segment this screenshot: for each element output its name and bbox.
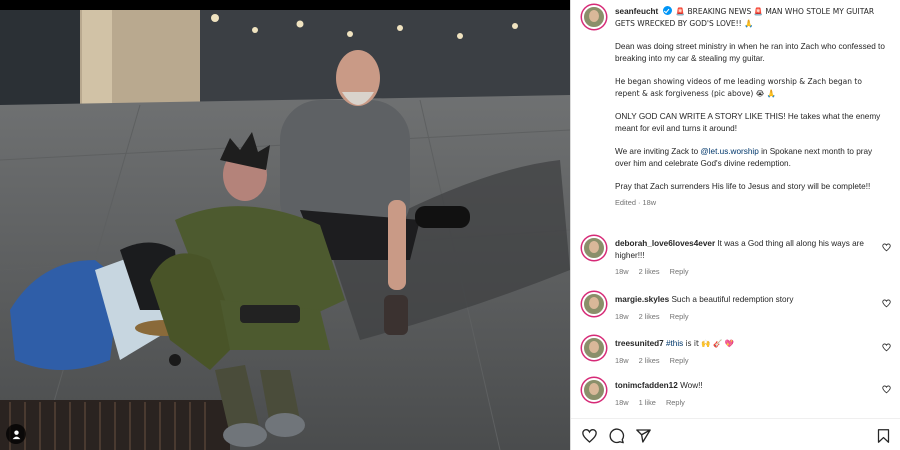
verified-badge-icon: [662, 6, 672, 15]
post-action-bar: [571, 418, 900, 450]
post-caption: seanfeucht 🚨 BREAKING NEWS 🚨 MAN WHO STO…: [615, 6, 885, 209]
commenter-avatar[interactable]: [582, 336, 606, 360]
commenter-avatar[interactable]: [582, 378, 606, 402]
hashtag-link[interactable]: #this: [666, 339, 683, 348]
comment-age[interactable]: 18w: [615, 398, 629, 407]
comment-username[interactable]: tonimcfadden12: [615, 381, 678, 390]
edited-label: Edited: [615, 198, 636, 208]
caption-line-3: He began showing videos of me leading wo…: [615, 77, 862, 98]
comment-item: margie.skyles Such a beautiful redemptio…: [571, 292, 900, 336]
caption-line-2: Dean was doing street ministry in when h…: [615, 42, 885, 63]
reply-button[interactable]: Reply: [670, 267, 689, 276]
post-side-panel: seanfeucht 🚨 BREAKING NEWS 🚨 MAN WHO STO…: [570, 0, 900, 450]
comment-item: tonimcfadden12 Wow!! 18w 1 like Reply: [571, 378, 900, 422]
mention-link[interactable]: @let.us.worship: [700, 147, 758, 156]
caption-line-5-start: We are inviting Zack to: [615, 147, 699, 157]
comment-username[interactable]: margie.skyles: [615, 295, 669, 304]
commenter-avatar[interactable]: [582, 236, 606, 260]
comment-username[interactable]: treesunited7: [615, 339, 664, 348]
comment-age[interactable]: 18w: [615, 267, 629, 276]
caption-line-4: ONLY GOD CAN WRITE A STORY LIKE THIS! He…: [615, 112, 881, 133]
commenter-avatar[interactable]: [582, 292, 606, 316]
comment-likes[interactable]: 1 like: [639, 398, 656, 407]
comment-age[interactable]: 18w: [615, 356, 629, 365]
comment-text: Such a beautiful redemption story: [671, 295, 794, 304]
caption-section: seanfeucht 🚨 BREAKING NEWS 🚨 MAN WHO STO…: [571, 0, 900, 226]
post-meta: Edited · 18w: [615, 198, 657, 208]
comment-item: treesunited7 #this is it 🙌 🎸 💖 18w 2 lik…: [571, 336, 900, 380]
photo-illustration: [0, 10, 570, 450]
author-username[interactable]: seanfeucht: [615, 7, 658, 16]
comment-text: is it 🙌 🎸 💖: [685, 339, 735, 348]
reply-button[interactable]: Reply: [666, 398, 685, 407]
share-icon[interactable]: [635, 428, 652, 444]
comment-icon[interactable]: [608, 428, 625, 444]
comment-text: Wow!!: [680, 381, 703, 390]
comment-item: deborah_love6loves4ever It was a God thi…: [571, 236, 900, 280]
reply-button[interactable]: Reply: [670, 312, 689, 321]
heart-icon[interactable]: [882, 385, 891, 394]
author-avatar[interactable]: [582, 5, 606, 29]
caption-line-6: Pray that Zach surrenders His life to Je…: [615, 182, 871, 192]
comment-username[interactable]: deborah_love6loves4ever: [615, 239, 715, 248]
bookmark-icon[interactable]: [876, 428, 891, 444]
heart-icon[interactable]: [882, 299, 891, 308]
post-age[interactable]: 18w: [643, 198, 657, 207]
comment-likes[interactable]: 2 likes: [639, 267, 660, 276]
comment-likes[interactable]: 2 likes: [639, 312, 660, 321]
heart-icon[interactable]: [882, 343, 891, 352]
post-photo[interactable]: [0, 10, 570, 450]
heart-icon[interactable]: [882, 243, 891, 252]
user-tag-icon[interactable]: [6, 424, 26, 444]
comment-age[interactable]: 18w: [615, 312, 629, 321]
instagram-post-view: seanfeucht 🚨 BREAKING NEWS 🚨 MAN WHO STO…: [0, 0, 900, 450]
reply-button[interactable]: Reply: [670, 356, 689, 365]
heart-icon[interactable]: [581, 428, 598, 444]
comment-likes[interactable]: 2 likes: [639, 356, 660, 365]
